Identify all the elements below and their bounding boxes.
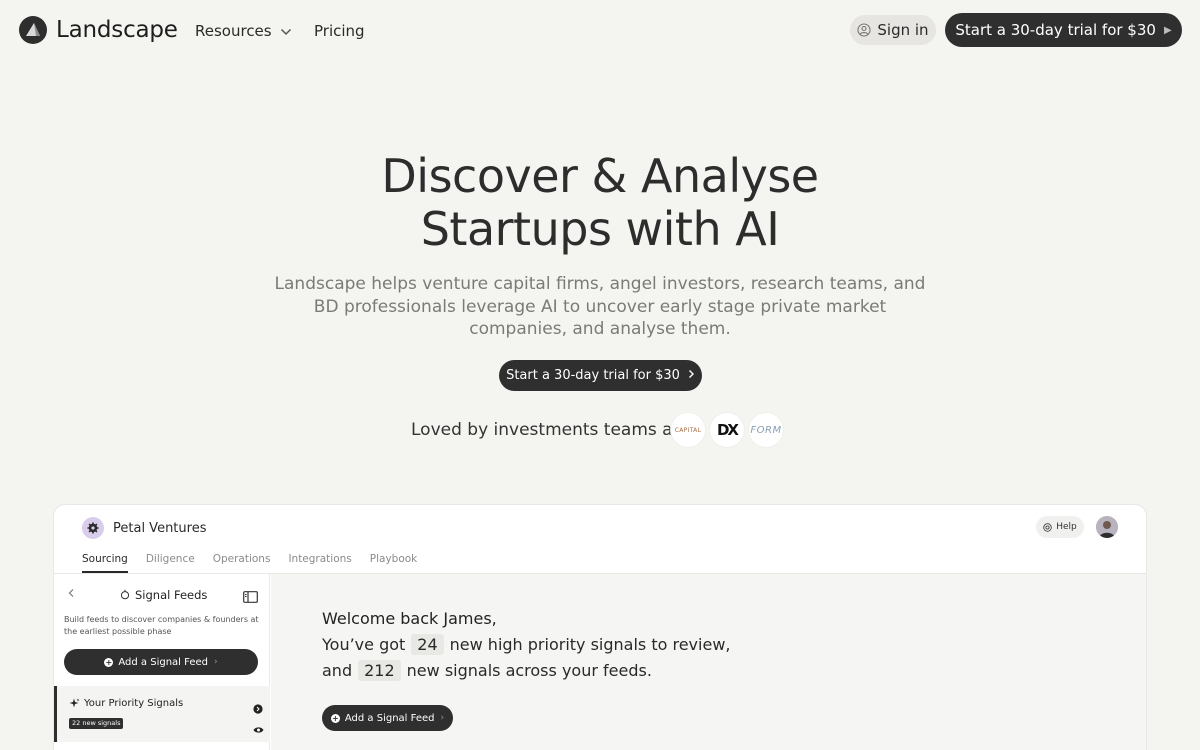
capital-logo-text: CAPITAL [674, 426, 702, 434]
hero-subtitle: Landscape helps venture capital firms, a… [274, 274, 926, 339]
dx-logo-text: DX [716, 421, 739, 439]
sidebar-add-signal-feed-button[interactable]: + Add a Signal Feed › [64, 649, 258, 675]
welcome-message: Welcome back James, [322, 609, 497, 628]
form-logo: FORM [748, 412, 784, 448]
hero-title-line1: Discover & Analyse [381, 149, 819, 203]
tab-operations[interactable]: Operations [213, 553, 271, 573]
hero-trial-label: Start a 30-day trial for $30 [506, 368, 680, 383]
nav-resources-menu[interactable]: Resources [195, 22, 292, 40]
nav-trial-button[interactable]: Start a 30-day trial for $30 ▶ [945, 13, 1182, 47]
sidebar-add-signal-feed-label: Add a Signal Feed [118, 656, 208, 668]
signal-icon [120, 589, 130, 600]
hero-trial-button[interactable]: Start a 30-day trial for $30 [499, 360, 702, 391]
priority-signals-item[interactable]: Your Priority Signals 22 new signals [54, 686, 270, 742]
nav-trial-label: Start a 30-day trial for $30 [955, 21, 1156, 39]
top-nav: Landscape Resources Pricing Sign in Star… [0, 0, 1200, 60]
sidebar-title-label: Signal Feeds [135, 587, 208, 602]
eye-icon[interactable] [253, 719, 264, 738]
chevron-right-icon [688, 368, 695, 383]
main-add-signal-feed-label: Add a Signal Feed [344, 712, 435, 724]
help-icon [1043, 522, 1052, 532]
summary-prefix: You’ve got [322, 635, 406, 654]
sidebar-toggle-icon[interactable] [243, 588, 258, 607]
chevron-right-icon: › [440, 713, 445, 723]
dx-logo: DX [709, 412, 745, 448]
tab-playbook[interactable]: Playbook [370, 553, 418, 573]
signal-count: 212 [358, 660, 401, 681]
plus-icon: + [104, 657, 114, 667]
org-name: Petal Ventures [113, 520, 207, 536]
new-signals-badge: 22 new signals [69, 718, 124, 729]
gear-icon [82, 517, 104, 539]
sign-in-label: Sign in [877, 21, 929, 39]
nav-resources-label: Resources [195, 22, 272, 40]
brand-logo[interactable]: Landscape [19, 16, 178, 44]
help-button[interactable]: Help [1036, 516, 1084, 538]
signals-prefix: and [322, 661, 353, 680]
signals-summary: and 212 new signals across your feeds. [322, 660, 652, 681]
high-priority-summary: You’ve got 24 new high priority signals … [322, 634, 730, 655]
chevron-right-icon: ▶ [1163, 24, 1172, 36]
high-priority-count: 24 [411, 634, 444, 655]
priority-signals-label: Your Priority Signals [84, 698, 184, 709]
main-add-signal-feed-button[interactable]: + Add a Signal Feed › [322, 705, 453, 731]
tab-integrations[interactable]: Integrations [288, 553, 351, 573]
plus-icon: + [330, 713, 340, 723]
sidebar-title: Signal Feeds [120, 588, 207, 602]
signal-feeds-sidebar: Signal Feeds Build feeds to discover com… [54, 574, 270, 750]
avatar[interactable] [1096, 516, 1118, 538]
main-panel: Welcome back James, You’ve got 24 new hi… [271, 574, 1146, 750]
tab-sourcing[interactable]: Sourcing [82, 553, 128, 573]
app-tabs: Sourcing Diligence Operations Integratio… [82, 553, 435, 573]
customer-logos: CAPITAL DX FORM [670, 412, 787, 448]
org-switcher[interactable]: Petal Ventures [82, 517, 206, 539]
sparkle-icon [69, 698, 80, 709]
arrow-circle-icon[interactable] [253, 699, 263, 718]
sidebar-header: Signal Feeds [68, 588, 258, 603]
brand-name: Landscape [56, 17, 178, 43]
nav-pricing-link[interactable]: Pricing [314, 22, 365, 40]
hero-title: Discover & Analyse Startups with AI [0, 150, 1200, 256]
capital-logo: CAPITAL [670, 412, 706, 448]
sidebar-description: Build feeds to discover companies & foun… [64, 615, 259, 636]
user-icon [857, 23, 871, 37]
hero-title-line2: Startups with AI [420, 202, 780, 256]
app-preview: Petal Ventures Help Sourcing Diligence O… [53, 504, 1147, 750]
form-logo-text: FORM [750, 424, 782, 436]
chevron-left-icon[interactable] [68, 588, 75, 601]
tab-diligence[interactable]: Diligence [146, 553, 195, 573]
priority-signals-title: Your Priority Signals [69, 698, 183, 709]
chevron-right-icon: › [214, 657, 218, 667]
summary-suffix: new high priority signals to review, [449, 635, 731, 654]
chevron-down-icon [280, 22, 292, 40]
sign-in-button[interactable]: Sign in [850, 15, 936, 45]
landscape-logo-icon [19, 16, 47, 44]
signals-suffix: new signals across your feeds. [406, 661, 652, 680]
loved-by-text: Loved by investments teams at [411, 420, 680, 440]
help-label: Help [1056, 522, 1077, 532]
